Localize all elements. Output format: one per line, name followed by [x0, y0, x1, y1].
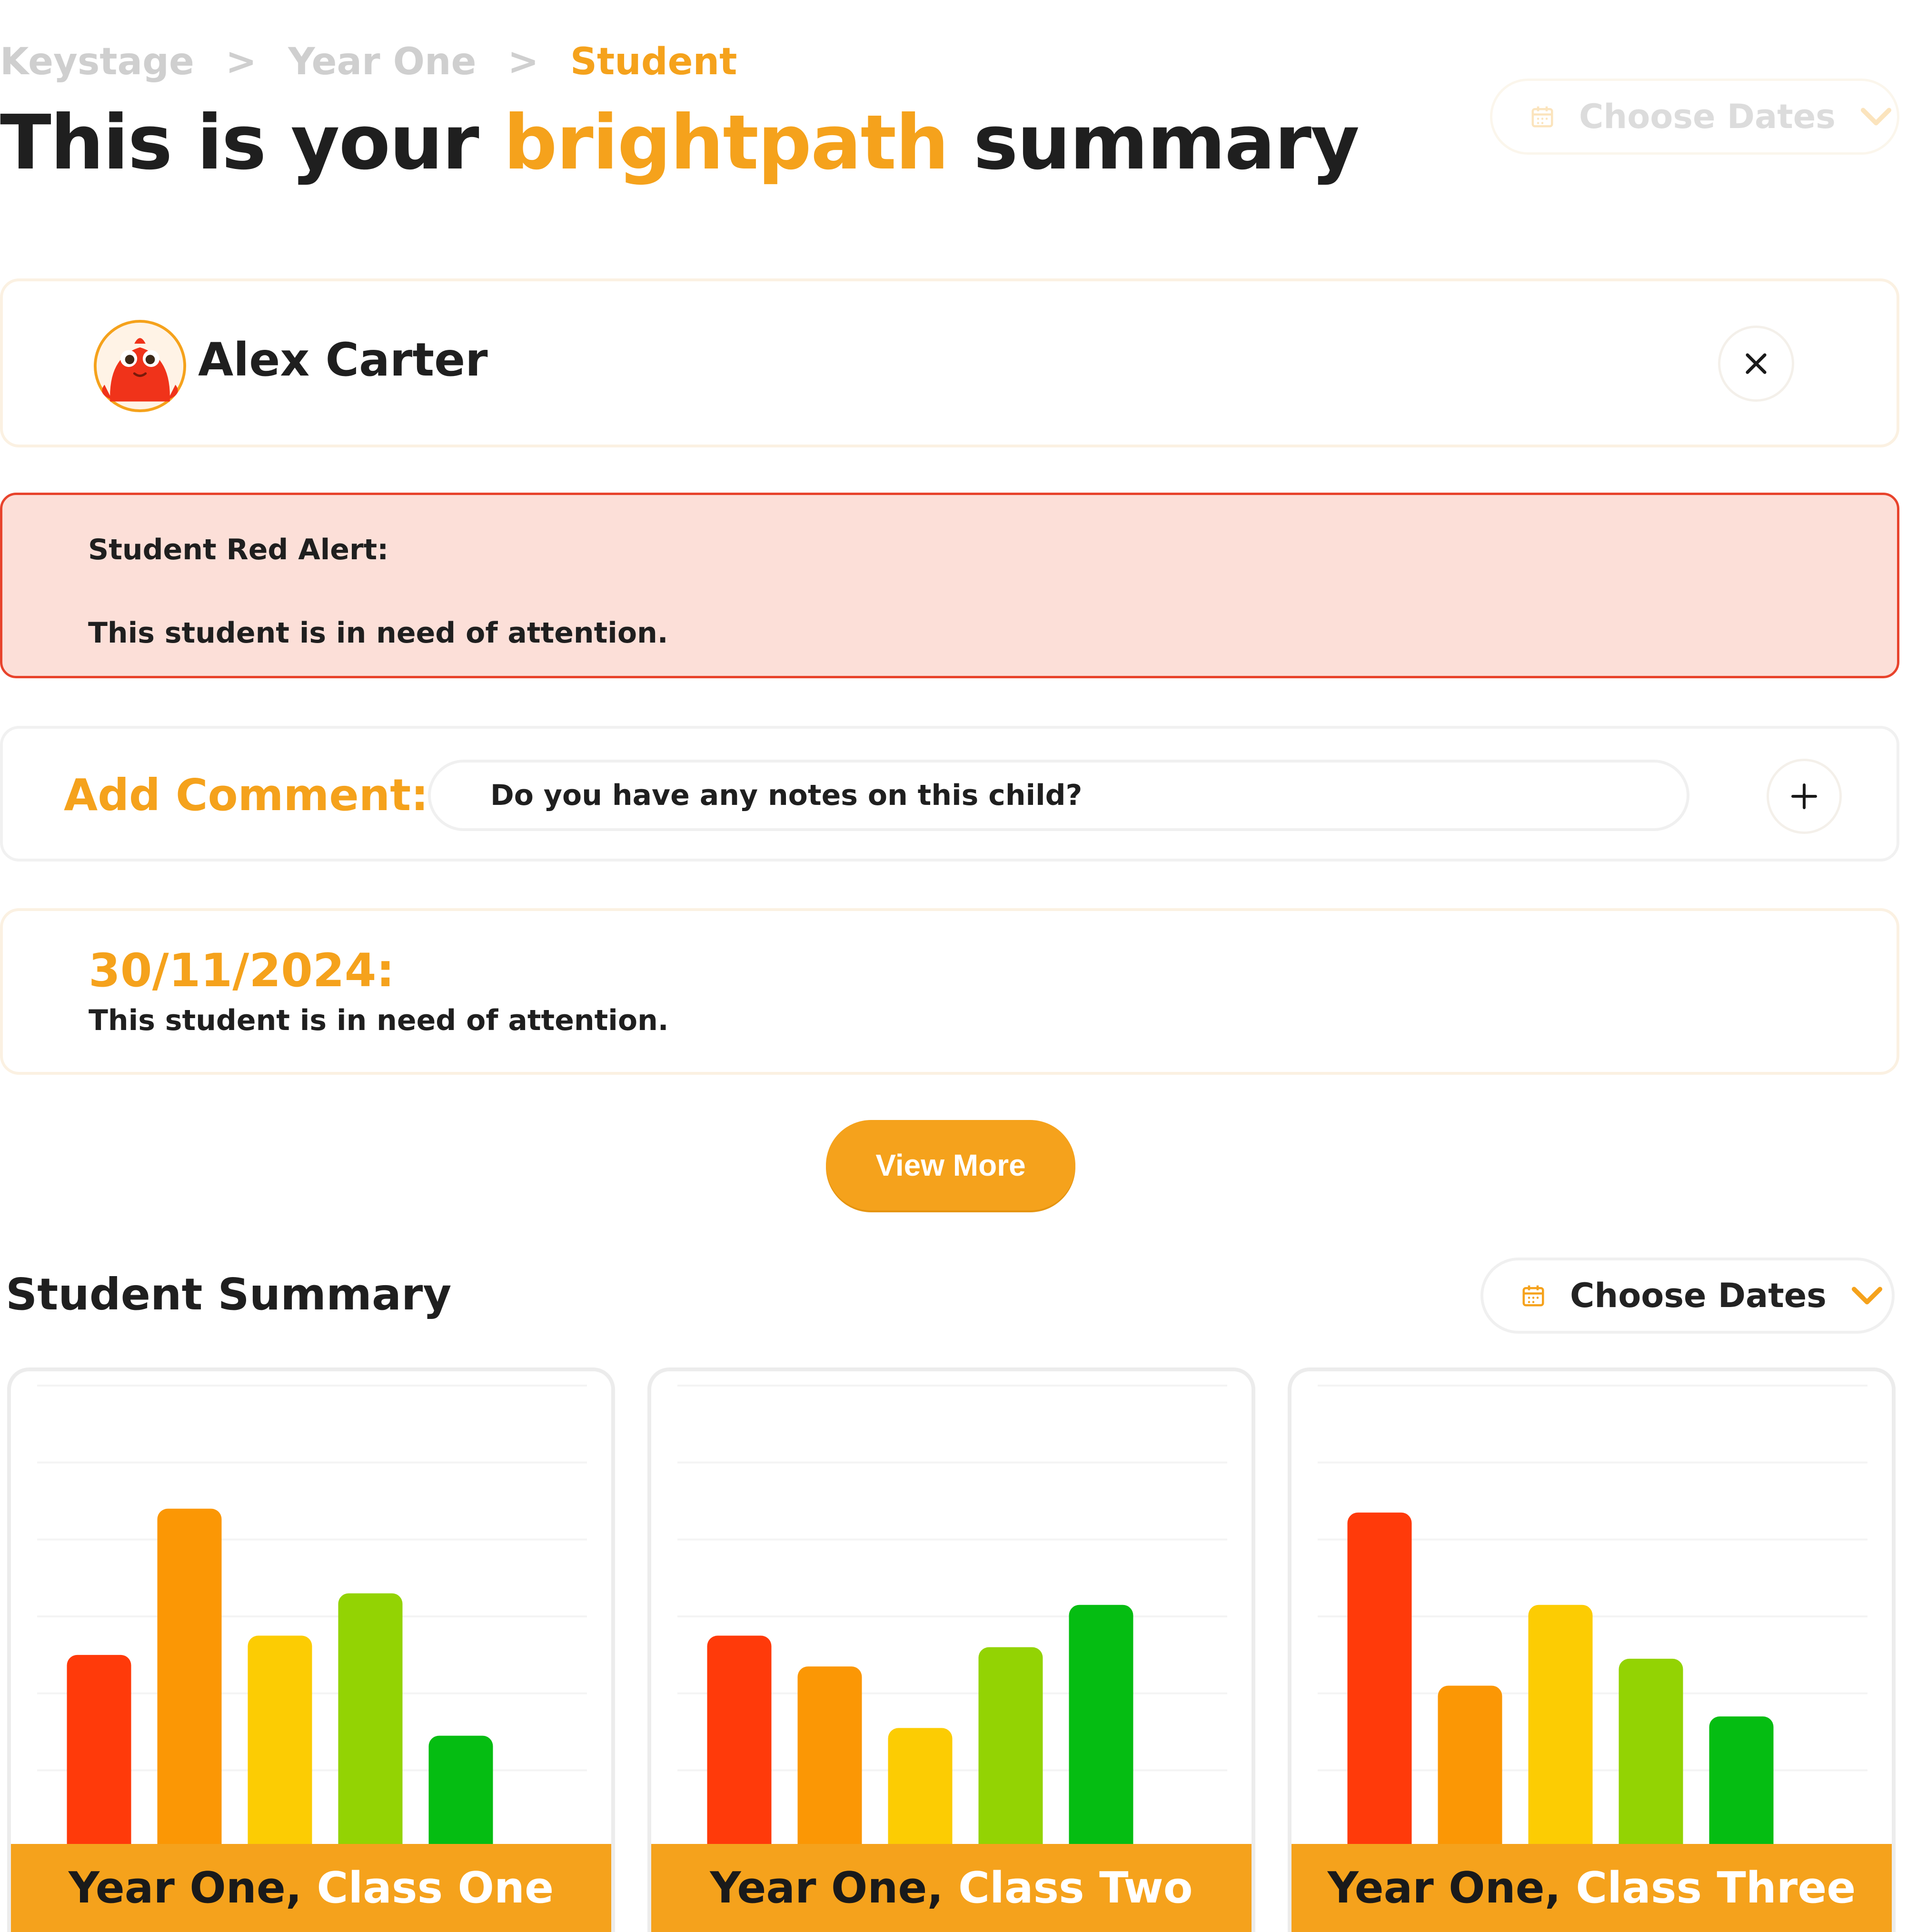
avatar: [93, 319, 187, 413]
chart-title-year: Year One,: [710, 1863, 944, 1913]
red-alert-banner: Student Red Alert: This student is in ne…: [0, 493, 1899, 678]
header-date-picker[interactable]: Choose Dates: [1490, 79, 1899, 155]
breadcrumb-item-year-one[interactable]: Year One: [288, 40, 476, 83]
comment-note-card: 30/11/2024: This student is in need of a…: [0, 908, 1899, 1075]
chevron-down-icon: [1860, 108, 1891, 126]
chart-bar-2: [1438, 1685, 1502, 1848]
calendar-icon: [1522, 1285, 1544, 1307]
comment-label: Add Comment:: [64, 770, 429, 821]
chart-title-class: Class Two: [958, 1863, 1193, 1913]
chart-card-class-one[interactable]: Year One, Class One: [7, 1367, 615, 1932]
summary-date-picker-label: Choose Dates: [1570, 1276, 1827, 1315]
chart-card-class-two[interactable]: Year One, Class Two: [647, 1367, 1255, 1932]
comment-input[interactable]: Do you have any notes on this child?: [428, 760, 1689, 831]
chart-footer-class-two: Year One, Class Two: [651, 1844, 1252, 1932]
alert-title: Student Red Alert:: [88, 533, 389, 566]
chart-bar-3: [888, 1728, 953, 1848]
chart-title-class: Class One: [317, 1863, 554, 1913]
alert-message: This student is in need of attention.: [88, 616, 668, 650]
chart-card-class-three[interactable]: Year One, Class Three: [1288, 1367, 1896, 1932]
bar-chart-class-one: [37, 1385, 587, 1848]
page-title-suffix: summary: [973, 99, 1360, 187]
comment-card: Add Comment: Do you have any notes on th…: [0, 726, 1899, 862]
page-title-prefix: This is your: [0, 99, 479, 187]
student-card: Alex Carter: [0, 278, 1899, 447]
summary-date-picker[interactable]: Choose Dates: [1480, 1258, 1895, 1334]
close-icon: [1746, 353, 1767, 374]
bar-chart-class-three: [1318, 1385, 1867, 1848]
note-text: This student is in need of attention.: [89, 1004, 669, 1037]
chart-footer-class-one: Year One, Class One: [11, 1844, 611, 1932]
breadcrumb-item-keystage[interactable]: Keystage: [0, 40, 194, 83]
breadcrumb-separator: >: [225, 40, 257, 83]
chart-bar-1: [707, 1635, 772, 1848]
header-date-picker-label: Choose Dates: [1579, 97, 1836, 136]
add-comment-button[interactable]: [1767, 759, 1842, 834]
chart-bar-4: [338, 1593, 403, 1848]
chart-bar-4: [978, 1647, 1043, 1848]
note-date: 30/11/2024:: [89, 944, 395, 997]
chart-bar-5: [428, 1735, 493, 1848]
student-name: Alex Carter: [198, 333, 488, 386]
student-summary-title: Student Summary: [6, 1269, 452, 1320]
chart-bar-1: [1347, 1512, 1412, 1848]
view-more-button[interactable]: View More: [826, 1120, 1075, 1210]
chart-title-year: Year One,: [68, 1863, 302, 1913]
chart-bar-2: [797, 1666, 862, 1848]
bar-chart-class-two: [677, 1385, 1227, 1848]
chart-bar-2: [157, 1508, 222, 1848]
chart-bar-3: [1528, 1605, 1593, 1848]
breadcrumb-item-student: Student: [570, 40, 737, 83]
close-button[interactable]: [1718, 326, 1794, 402]
plus-icon: [1791, 783, 1817, 809]
chart-bar-1: [67, 1655, 131, 1848]
calendar-icon: [1531, 106, 1553, 128]
page-title: This is your brightpath summary: [0, 95, 1360, 190]
page-title-brand: brightpath: [503, 99, 949, 187]
breadcrumb: Keystage > Year One > Student: [0, 33, 737, 90]
breadcrumb-separator: >: [507, 40, 539, 83]
chart-bar-5: [1709, 1716, 1774, 1848]
chart-title-year: Year One,: [1327, 1863, 1561, 1913]
chevron-down-icon: [1851, 1287, 1882, 1305]
chart-footer-class-three: Year One, Class Three: [1291, 1844, 1892, 1932]
chart-bar-4: [1619, 1658, 1683, 1848]
chart-title-class: Class Three: [1576, 1863, 1856, 1913]
chart-bar-3: [248, 1635, 312, 1848]
chart-bar-5: [1069, 1605, 1133, 1848]
